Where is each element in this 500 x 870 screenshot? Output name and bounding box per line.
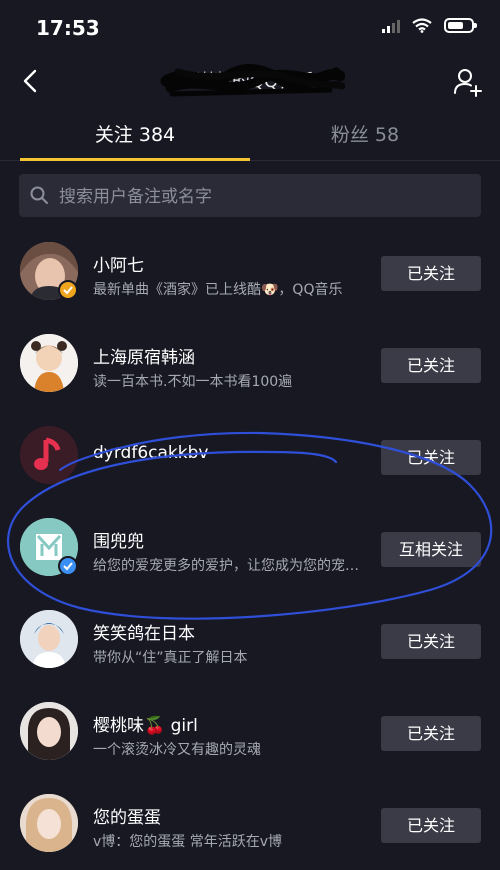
- following-button[interactable]: 已关注: [381, 808, 481, 843]
- list-item[interactable]: 上海原宿韩涵 读一百本书.不如一本书看100遍 已关注: [0, 318, 500, 410]
- search-bar: [19, 174, 481, 219]
- status-icons: [382, 18, 477, 33]
- following-button[interactable]: 已关注: [381, 716, 481, 751]
- tab-followers[interactable]: 粉丝 58: [250, 120, 480, 160]
- tab-indicator: [20, 158, 250, 161]
- user-description: v博：您的蛋蛋 常年活跃在v博: [93, 834, 283, 850]
- status-time: 17:53: [36, 16, 100, 40]
- user-description: 带你从“住”真正了解日本: [93, 650, 248, 666]
- following-button[interactable]: 已关注: [381, 348, 481, 383]
- user-name: 您的蛋蛋: [93, 808, 161, 828]
- user-name: 小阿七: [93, 256, 144, 276]
- following-button[interactable]: 已关注: [381, 624, 481, 659]
- music-note-icon: [20, 426, 78, 484]
- battery-icon: [444, 18, 477, 33]
- list-item[interactable]: 您的蛋蛋 v博：您的蛋蛋 常年活跃在v博 已关注: [0, 778, 500, 870]
- signal-icon: [382, 19, 400, 33]
- search-input[interactable]: [57, 174, 461, 219]
- back-arrow-icon[interactable]: [16, 66, 46, 96]
- avatar[interactable]: [20, 794, 78, 852]
- avatar[interactable]: [20, 702, 78, 760]
- tab-following[interactable]: 关注 384: [20, 120, 250, 160]
- following-button[interactable]: 已关注: [381, 256, 481, 291]
- mutual-follow-button[interactable]: 互相关注: [381, 532, 481, 567]
- user-name: dyrdf6cakkbv: [93, 443, 209, 463]
- search-icon: [30, 186, 48, 204]
- user-name: 樱桃味🍒 girl: [93, 716, 198, 736]
- user-description: 最新单曲《酒家》已上线酷🐶，QQ音乐: [93, 282, 343, 298]
- list-item[interactable]: 笑笑鸽在日本 带你从“住”真正了解日本 已关注: [0, 594, 500, 686]
- battery-fill: [448, 22, 463, 29]
- list-item[interactable]: 樱桃味🍒 girl 一个滚烫冰冷又有趣的灵魂 已关注: [0, 686, 500, 778]
- avatar[interactable]: [20, 426, 78, 484]
- avatar[interactable]: [20, 610, 78, 668]
- user-name: 笑笑鸽在日本: [93, 624, 195, 644]
- status-bar: 17:53: [0, 0, 500, 54]
- verified-badge-icon: [58, 280, 78, 300]
- verified-badge-icon: [58, 556, 78, 576]
- user-description: 读一百本书.不如一本书看100遍: [93, 374, 293, 390]
- user-name: 围兜兜: [93, 532, 144, 552]
- add-user-icon[interactable]: [452, 66, 484, 98]
- user-name: 上海原宿韩涵: [93, 348, 195, 368]
- wifi-icon: [412, 18, 432, 33]
- user-description: 给您的爱宠更多的爱护，让您成为您的宠物最好的朋友: [93, 558, 367, 574]
- top-nav: 谢菲的QQ音乐: [0, 54, 500, 110]
- redaction-scribble: [160, 64, 345, 97]
- list-item[interactable]: 围兜兜 给您的爱宠更多的爱护，让您成为您的宠物最好的朋友 互相关注: [0, 502, 500, 594]
- list-item[interactable]: 小阿七 最新单曲《酒家》已上线酷🐶，QQ音乐 已关注: [0, 226, 500, 318]
- following-button[interactable]: 已关注: [381, 440, 481, 475]
- list-item[interactable]: dyrdf6cakkbv 已关注: [0, 410, 500, 502]
- user-description: 一个滚烫冰冷又有趣的灵魂: [93, 742, 261, 758]
- avatar[interactable]: [20, 334, 78, 392]
- tab-bar: 关注 384 粉丝 58: [0, 110, 500, 161]
